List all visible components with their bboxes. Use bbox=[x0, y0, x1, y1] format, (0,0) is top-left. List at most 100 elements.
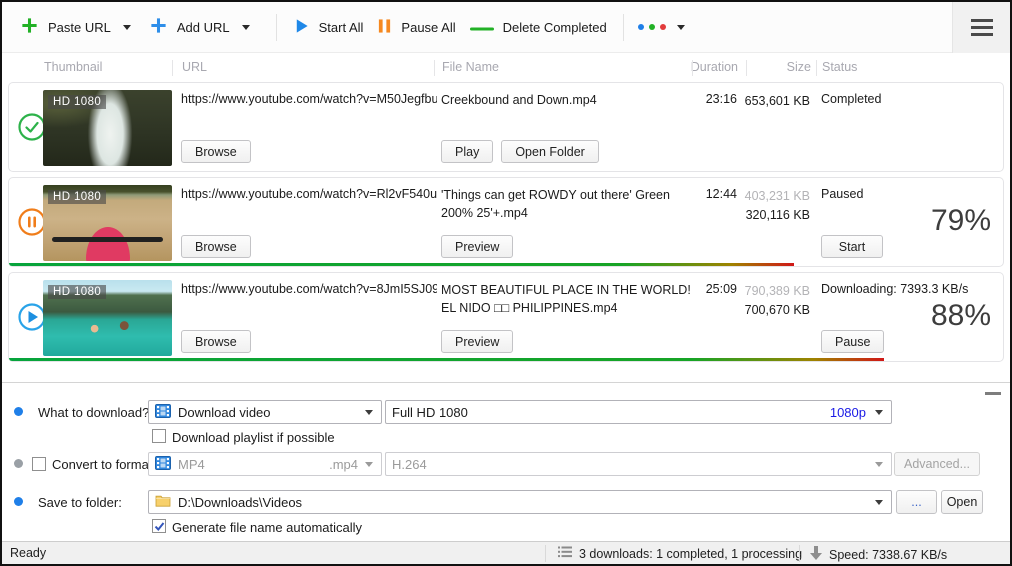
bullet-gray-icon bbox=[14, 459, 23, 468]
downloads-summary: 3 downloads: 1 completed, 1 processing bbox=[558, 546, 802, 561]
film-icon bbox=[155, 456, 171, 473]
autoname-checkbox[interactable] bbox=[152, 519, 166, 533]
chevron-down-icon bbox=[875, 410, 883, 415]
dash-green-icon bbox=[470, 20, 494, 35]
dot-blue-icon bbox=[638, 24, 644, 30]
pause-all-button[interactable]: Pause All bbox=[373, 11, 459, 44]
app-window: Paste URL Add URL Start All Pause All De… bbox=[0, 0, 1012, 566]
delete-completed-label: Delete Completed bbox=[503, 20, 607, 35]
film-icon bbox=[155, 404, 171, 421]
open-folder-button[interactable]: Open Folder bbox=[501, 140, 598, 163]
chevron-down-icon bbox=[875, 462, 883, 467]
hd-badge: HD 1080 bbox=[48, 95, 106, 109]
col-thumbnail: Thumbnail bbox=[44, 60, 102, 74]
plus-blue-icon bbox=[149, 16, 168, 38]
status-bar: Ready 3 downloads: 1 completed, 1 proces… bbox=[2, 541, 1010, 564]
bullet-blue-icon bbox=[14, 407, 23, 416]
progress-percent: 88% bbox=[931, 299, 991, 333]
autoname-checkbox-label: Generate file name automatically bbox=[172, 520, 362, 535]
speed-arrow-icon bbox=[810, 546, 822, 563]
quality-select[interactable]: Full HD 1080 1080p bbox=[385, 400, 892, 424]
format-select[interactable]: MP4 .mp4 bbox=[148, 452, 382, 476]
pause-icon bbox=[377, 17, 392, 38]
status-ready: Ready bbox=[10, 546, 46, 560]
download-row-2[interactable]: HD 1080 https://www.youtube.com/watch?v=… bbox=[8, 177, 1004, 267]
paste-url-button[interactable]: Paste URL bbox=[16, 10, 115, 44]
start-all-button[interactable]: Start All bbox=[289, 11, 368, 44]
paste-url-label: Paste URL bbox=[48, 20, 111, 35]
progress-percent: 79% bbox=[931, 204, 991, 238]
add-url-dropdown-icon[interactable] bbox=[242, 25, 250, 30]
size-downloaded: 700,670 KB bbox=[738, 301, 810, 320]
main-toolbar: Paste URL Add URL Start All Pause All De… bbox=[2, 2, 1010, 53]
browse-button[interactable]: Browse bbox=[181, 235, 251, 258]
video-url: https://www.youtube.com/watch?v=8JmI5SJ0… bbox=[181, 282, 437, 296]
video-url: https://www.youtube.com/watch?v=Rl2vF540… bbox=[181, 187, 437, 201]
downloads-list-icon bbox=[558, 546, 572, 561]
add-url-button[interactable]: Add URL bbox=[145, 10, 234, 44]
convert-to-format-label: Convert to format: bbox=[52, 457, 156, 472]
chevron-down-icon bbox=[875, 500, 883, 505]
codec-select[interactable]: H.264 bbox=[385, 452, 892, 476]
download-mode-select[interactable]: Download video bbox=[148, 400, 382, 424]
video-url: https://www.youtube.com/watch?v=M50Jegfb… bbox=[181, 92, 437, 106]
play-button[interactable]: Play bbox=[441, 140, 493, 163]
browse-button[interactable]: Browse bbox=[181, 140, 251, 163]
codec-value: H.264 bbox=[392, 457, 868, 472]
chevron-down-icon bbox=[365, 410, 373, 415]
preview-button[interactable]: Preview bbox=[441, 330, 513, 353]
quality-value: Full HD 1080 bbox=[392, 405, 823, 420]
download-row-3[interactable]: HD 1080 https://www.youtube.com/watch?v=… bbox=[8, 272, 1004, 362]
size-downloaded: 320,116 KB bbox=[738, 206, 810, 225]
col-status: Status bbox=[822, 60, 857, 74]
hamburger-icon bbox=[971, 19, 993, 22]
pause-all-label: Pause All bbox=[401, 20, 455, 35]
preview-button[interactable]: Preview bbox=[441, 235, 513, 258]
advanced-button[interactable]: Advanced... bbox=[894, 452, 980, 476]
toolbar-separator bbox=[276, 14, 277, 41]
delete-completed-button[interactable]: Delete Completed bbox=[466, 14, 611, 41]
open-folder-button[interactable]: Open bbox=[941, 490, 983, 514]
folder-path-value: D:\Downloads\Videos bbox=[178, 495, 868, 510]
more-tools-dropdown-icon bbox=[677, 25, 685, 30]
download-mode-value: Download video bbox=[178, 405, 358, 420]
bullet-blue-icon bbox=[14, 497, 23, 506]
status-value: Paused bbox=[821, 187, 999, 201]
status-value: Completed bbox=[821, 92, 999, 106]
duration-value: 25:09 bbox=[657, 282, 737, 296]
panel-divider bbox=[2, 382, 1010, 383]
col-file-name: File Name bbox=[442, 60, 499, 74]
paste-url-dropdown-icon[interactable] bbox=[123, 25, 131, 30]
progress-bar bbox=[9, 358, 884, 361]
quality-tag: 1080p bbox=[830, 405, 866, 420]
save-to-folder-label: Save to folder: bbox=[38, 495, 122, 510]
convert-checkbox[interactable] bbox=[32, 457, 46, 471]
col-url: URL bbox=[182, 60, 207, 74]
size-value: 653,601 KB bbox=[738, 92, 810, 111]
file-name: MOST BEAUTIFUL PLACE IN THE WORLD! EL NI… bbox=[441, 282, 693, 317]
download-row-1[interactable]: HD 1080 https://www.youtube.com/watch?v=… bbox=[8, 82, 1004, 172]
what-to-download-label: What to download? bbox=[38, 405, 149, 420]
progress-bar bbox=[9, 263, 794, 266]
list-header: Thumbnail URL File Name Duration Size St… bbox=[2, 54, 1010, 80]
duration-value: 23:16 bbox=[657, 92, 737, 106]
add-url-label: Add URL bbox=[177, 20, 230, 35]
size-total: 790,389 KB bbox=[738, 282, 810, 301]
browse-button[interactable]: Browse bbox=[181, 330, 251, 353]
browse-folder-button[interactable]: ... bbox=[896, 490, 937, 514]
start-button[interactable]: Start bbox=[821, 235, 883, 258]
more-tools-button[interactable] bbox=[636, 18, 687, 36]
collapse-panel-icon[interactable] bbox=[985, 392, 1001, 395]
format-extension: .mp4 bbox=[329, 457, 358, 472]
video-thumbnail: HD 1080 bbox=[43, 280, 172, 356]
menu-button[interactable] bbox=[952, 2, 1010, 53]
playlist-checkbox[interactable] bbox=[152, 429, 166, 443]
dot-green-icon bbox=[649, 24, 655, 30]
file-name: Creekbound and Down.mp4 bbox=[441, 92, 693, 110]
col-size: Size bbox=[739, 60, 811, 74]
pause-button[interactable]: Pause bbox=[821, 330, 884, 353]
format-value: MP4 bbox=[178, 457, 322, 472]
folder-select[interactable]: D:\Downloads\Videos bbox=[148, 490, 892, 514]
check-icon bbox=[154, 521, 165, 532]
speed-indicator: Speed: 7338.67 KB/s bbox=[810, 546, 947, 563]
